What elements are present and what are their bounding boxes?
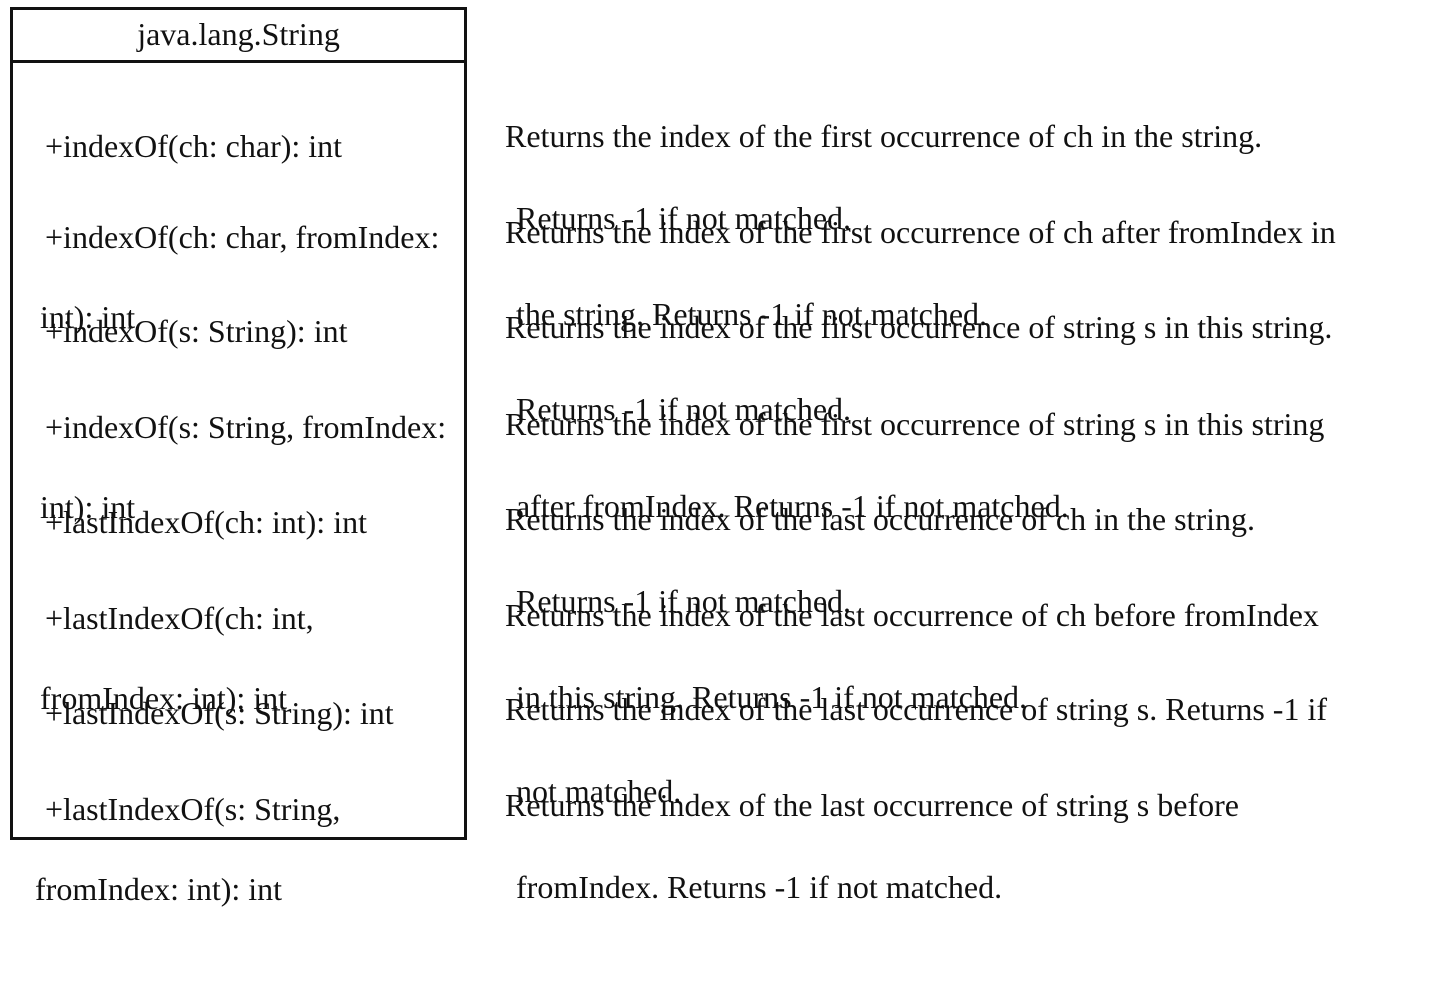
method-signature: +indexOf(s: String, fromIndex: — [45, 409, 447, 445]
method-signature: +lastIndexOf(s: String, — [45, 791, 341, 827]
method-signature: +lastIndexOf(s: String): int — [45, 695, 394, 731]
description-text: Returns the index of the last occurrence… — [505, 787, 1239, 823]
class-name: java.lang.String — [13, 10, 464, 63]
description-text: Returns the index of the first occurrenc… — [505, 214, 1336, 250]
description-text: Returns the index of the last occurrence… — [505, 501, 1255, 537]
description-text: Returns the index of the first occurrenc… — [505, 406, 1325, 442]
method-signature: +indexOf(ch: char): int — [45, 128, 343, 164]
description-text: Returns the index of the last occurrence… — [505, 691, 1327, 727]
method-signature-continuation: fromIndex: int): int — [35, 871, 283, 907]
method-signature: +lastIndexOf(ch: int, — [45, 600, 314, 636]
method-signature: +indexOf(s: String): int — [45, 313, 348, 349]
method-signature: +indexOf(ch: char, fromIndex: — [45, 219, 440, 255]
description-continuation: fromIndex. Returns -1 if not matched. — [516, 869, 1003, 905]
description-text: Returns the index of the first occurrenc… — [505, 309, 1333, 345]
uml-class-box: java.lang.String +indexOf(ch: char): int… — [10, 7, 467, 907]
method-signature: +lastIndexOf(ch: int): int — [45, 504, 367, 540]
description-text: Returns the index of the first occurrenc… — [505, 118, 1263, 154]
description-text: Returns the index of the last occurrence… — [505, 597, 1319, 633]
method-lastindexof-string-fromindex: +lastIndexOf(s: String, fromIndex: int):… — [13, 749, 463, 989]
